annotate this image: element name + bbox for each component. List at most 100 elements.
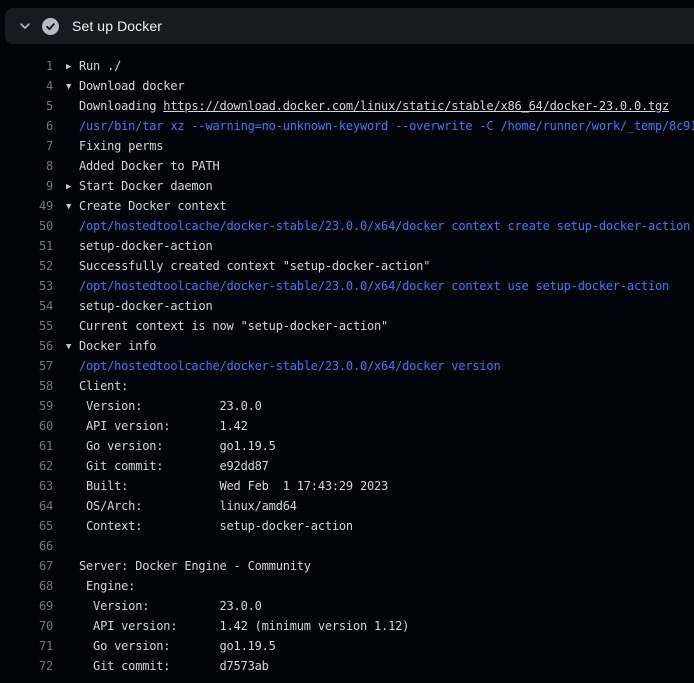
log-text-line: Current context is now "setup-docker-act… bbox=[66, 316, 388, 336]
log-line: 65 Context: setup-docker-action bbox=[0, 516, 694, 536]
log-text: Client: bbox=[79, 379, 128, 393]
log-text-line: setup-docker-action bbox=[66, 236, 212, 256]
line-number[interactable]: 58 bbox=[0, 376, 53, 396]
line-number[interactable]: 50 bbox=[0, 216, 53, 236]
line-number[interactable]: 7 bbox=[0, 136, 53, 156]
line-number[interactable]: 70 bbox=[0, 616, 53, 636]
line-number[interactable]: 68 bbox=[0, 576, 53, 596]
log-text-line: Successfully created context "setup-dock… bbox=[66, 256, 430, 276]
log-text-line: Fixing perms bbox=[66, 136, 163, 156]
log-line: 49 ▼Create Docker context bbox=[0, 196, 694, 216]
log-text-line: API version: 1.42 (minimum version 1.12) bbox=[66, 616, 409, 636]
log-text: API version: 1.42 (minimum version 1.12) bbox=[79, 619, 409, 633]
line-number[interactable]: 65 bbox=[0, 516, 53, 536]
log-text: OS/Arch: linux/amd64 bbox=[79, 499, 297, 513]
log-text: Git commit: d7573ab bbox=[79, 659, 269, 673]
log-line: 61 Go version: go1.19.5 bbox=[0, 436, 694, 456]
log-viewer: Set up Docker 1▶Run ./4▼Download docker5… bbox=[0, 0, 694, 683]
log-line: 64 OS/Arch: linux/amd64 bbox=[0, 496, 694, 516]
log-line: 4 ▼Download docker bbox=[0, 76, 694, 96]
chevron-down-icon[interactable] bbox=[17, 18, 33, 34]
log-text: Fixing perms bbox=[79, 139, 163, 153]
log-text: Go version: go1.19.5 bbox=[79, 639, 276, 653]
line-number[interactable]: 56 bbox=[0, 336, 53, 356]
triangle-expanded-icon[interactable]: ▼ bbox=[66, 337, 79, 356]
log-text-line: Client: bbox=[66, 376, 128, 396]
triangle-collapsed-icon[interactable]: ▶ bbox=[66, 57, 79, 76]
group-title: Create Docker context bbox=[79, 199, 227, 213]
log-line: 60 API version: 1.42 bbox=[0, 416, 694, 436]
triangle-collapsed-icon[interactable]: ▶ bbox=[66, 177, 79, 196]
line-number[interactable]: 63 bbox=[0, 476, 53, 496]
line-number[interactable]: 49 bbox=[0, 196, 53, 216]
log-text: Successfully created context "setup-dock… bbox=[79, 259, 430, 273]
step-header[interactable]: Set up Docker bbox=[5, 8, 694, 44]
line-number[interactable]: 57 bbox=[0, 356, 53, 376]
log-line: 6/usr/bin/tar xz --warning=no-unknown-ke… bbox=[0, 116, 694, 136]
log-text: Context: setup-docker-action bbox=[79, 519, 353, 533]
line-number[interactable]: 66 bbox=[0, 536, 53, 556]
log-line: 53/opt/hostedtoolcache/docker-stable/23.… bbox=[0, 276, 694, 296]
line-number[interactable]: 72 bbox=[0, 656, 53, 676]
line-number[interactable]: 9 bbox=[0, 176, 53, 196]
log-group-toggle[interactable]: ▶Start Docker daemon bbox=[66, 176, 212, 196]
line-number[interactable]: 62 bbox=[0, 456, 53, 476]
line-number[interactable]: 54 bbox=[0, 296, 53, 316]
log-text-line: Server: Docker Engine - Community bbox=[66, 556, 311, 576]
group-title: Start Docker daemon bbox=[79, 179, 212, 193]
line-number[interactable]: 5 bbox=[0, 96, 53, 116]
line-number[interactable]: 64 bbox=[0, 496, 53, 516]
command-text: /opt/hostedtoolcache/docker-stable/23.0.… bbox=[79, 279, 669, 293]
log-text: Server: Docker Engine - Community bbox=[79, 559, 311, 573]
log-link[interactable]: https://download.docker.com/linux/static… bbox=[163, 99, 669, 113]
line-number[interactable]: 4 bbox=[0, 76, 53, 96]
line-number[interactable]: 67 bbox=[0, 556, 53, 576]
line-number[interactable]: 1 bbox=[0, 56, 53, 76]
log-line: 72 Git commit: d7573ab bbox=[0, 656, 694, 676]
line-number[interactable]: 8 bbox=[0, 156, 53, 176]
log-command-line: /opt/hostedtoolcache/docker-stable/23.0.… bbox=[66, 276, 669, 296]
log-command-line: /opt/hostedtoolcache/docker-stable/23.0.… bbox=[66, 356, 500, 376]
line-number[interactable]: 53 bbox=[0, 276, 53, 296]
line-number[interactable]: 69 bbox=[0, 596, 53, 616]
line-number[interactable]: 6 bbox=[0, 116, 53, 136]
triangle-expanded-icon[interactable]: ▼ bbox=[66, 197, 79, 216]
line-number[interactable]: 52 bbox=[0, 256, 53, 276]
log-text-line: Engine: bbox=[66, 576, 135, 596]
log-group-toggle[interactable]: ▼Create Docker context bbox=[66, 196, 227, 216]
log-text-line: Go version: go1.19.5 bbox=[66, 436, 276, 456]
log-text: Current context is now "setup-docker-act… bbox=[79, 319, 388, 333]
log: 1▶Run ./4▼Download docker5Downloading ht… bbox=[0, 44, 694, 676]
log-text: setup-docker-action bbox=[79, 239, 212, 253]
line-number[interactable]: 59 bbox=[0, 396, 53, 416]
line-number[interactable]: 61 bbox=[0, 436, 53, 456]
log-text-line: Version: 23.0.0 bbox=[66, 596, 262, 616]
group-title: Run ./ bbox=[79, 59, 121, 73]
line-number[interactable]: 71 bbox=[0, 636, 53, 656]
log-group-toggle[interactable]: ▼Docker info bbox=[66, 336, 156, 356]
triangle-expanded-icon[interactable]: ▼ bbox=[66, 77, 79, 96]
log-line: 71 Go version: go1.19.5 bbox=[0, 636, 694, 656]
log-text: Version: 23.0.0 bbox=[79, 599, 262, 613]
log-line: 55 Current context is now "setup-docker-a… bbox=[0, 316, 694, 336]
log-line: 57/opt/hostedtoolcache/docker-stable/23.… bbox=[0, 356, 694, 376]
log-text: Git commit: e92dd87 bbox=[79, 459, 269, 473]
group-title: Download docker bbox=[79, 79, 184, 93]
log-text-line: Git commit: d7573ab bbox=[66, 656, 269, 676]
log-line: 8Added Docker to PATH bbox=[0, 156, 694, 176]
line-number[interactable]: 55 bbox=[0, 316, 53, 336]
log-command-line: /usr/bin/tar xz --warning=no-unknown-key… bbox=[66, 116, 694, 136]
log-group-toggle[interactable]: ▶Run ./ bbox=[66, 56, 121, 76]
log-text-line: OS/Arch: linux/amd64 bbox=[66, 496, 297, 516]
log-text-line: Version: 23.0.0 bbox=[66, 396, 262, 416]
line-number[interactable]: 51 bbox=[0, 236, 53, 256]
log-line: 50/opt/hostedtoolcache/docker-stable/23.… bbox=[0, 216, 694, 236]
log-line: 66 bbox=[0, 536, 694, 556]
log-group-toggle[interactable]: ▼Download docker bbox=[66, 76, 184, 96]
line-number[interactable]: 60 bbox=[0, 416, 53, 436]
check-circle-icon bbox=[42, 18, 59, 35]
log-command-line: /opt/hostedtoolcache/docker-stable/23.0.… bbox=[66, 216, 690, 236]
log-line: 52 Successfully created context "setup-do… bbox=[0, 256, 694, 276]
log-line: 70 API version: 1.42 (minimum version 1.… bbox=[0, 616, 694, 636]
log-line: 5Downloading https://download.docker.com… bbox=[0, 96, 694, 116]
